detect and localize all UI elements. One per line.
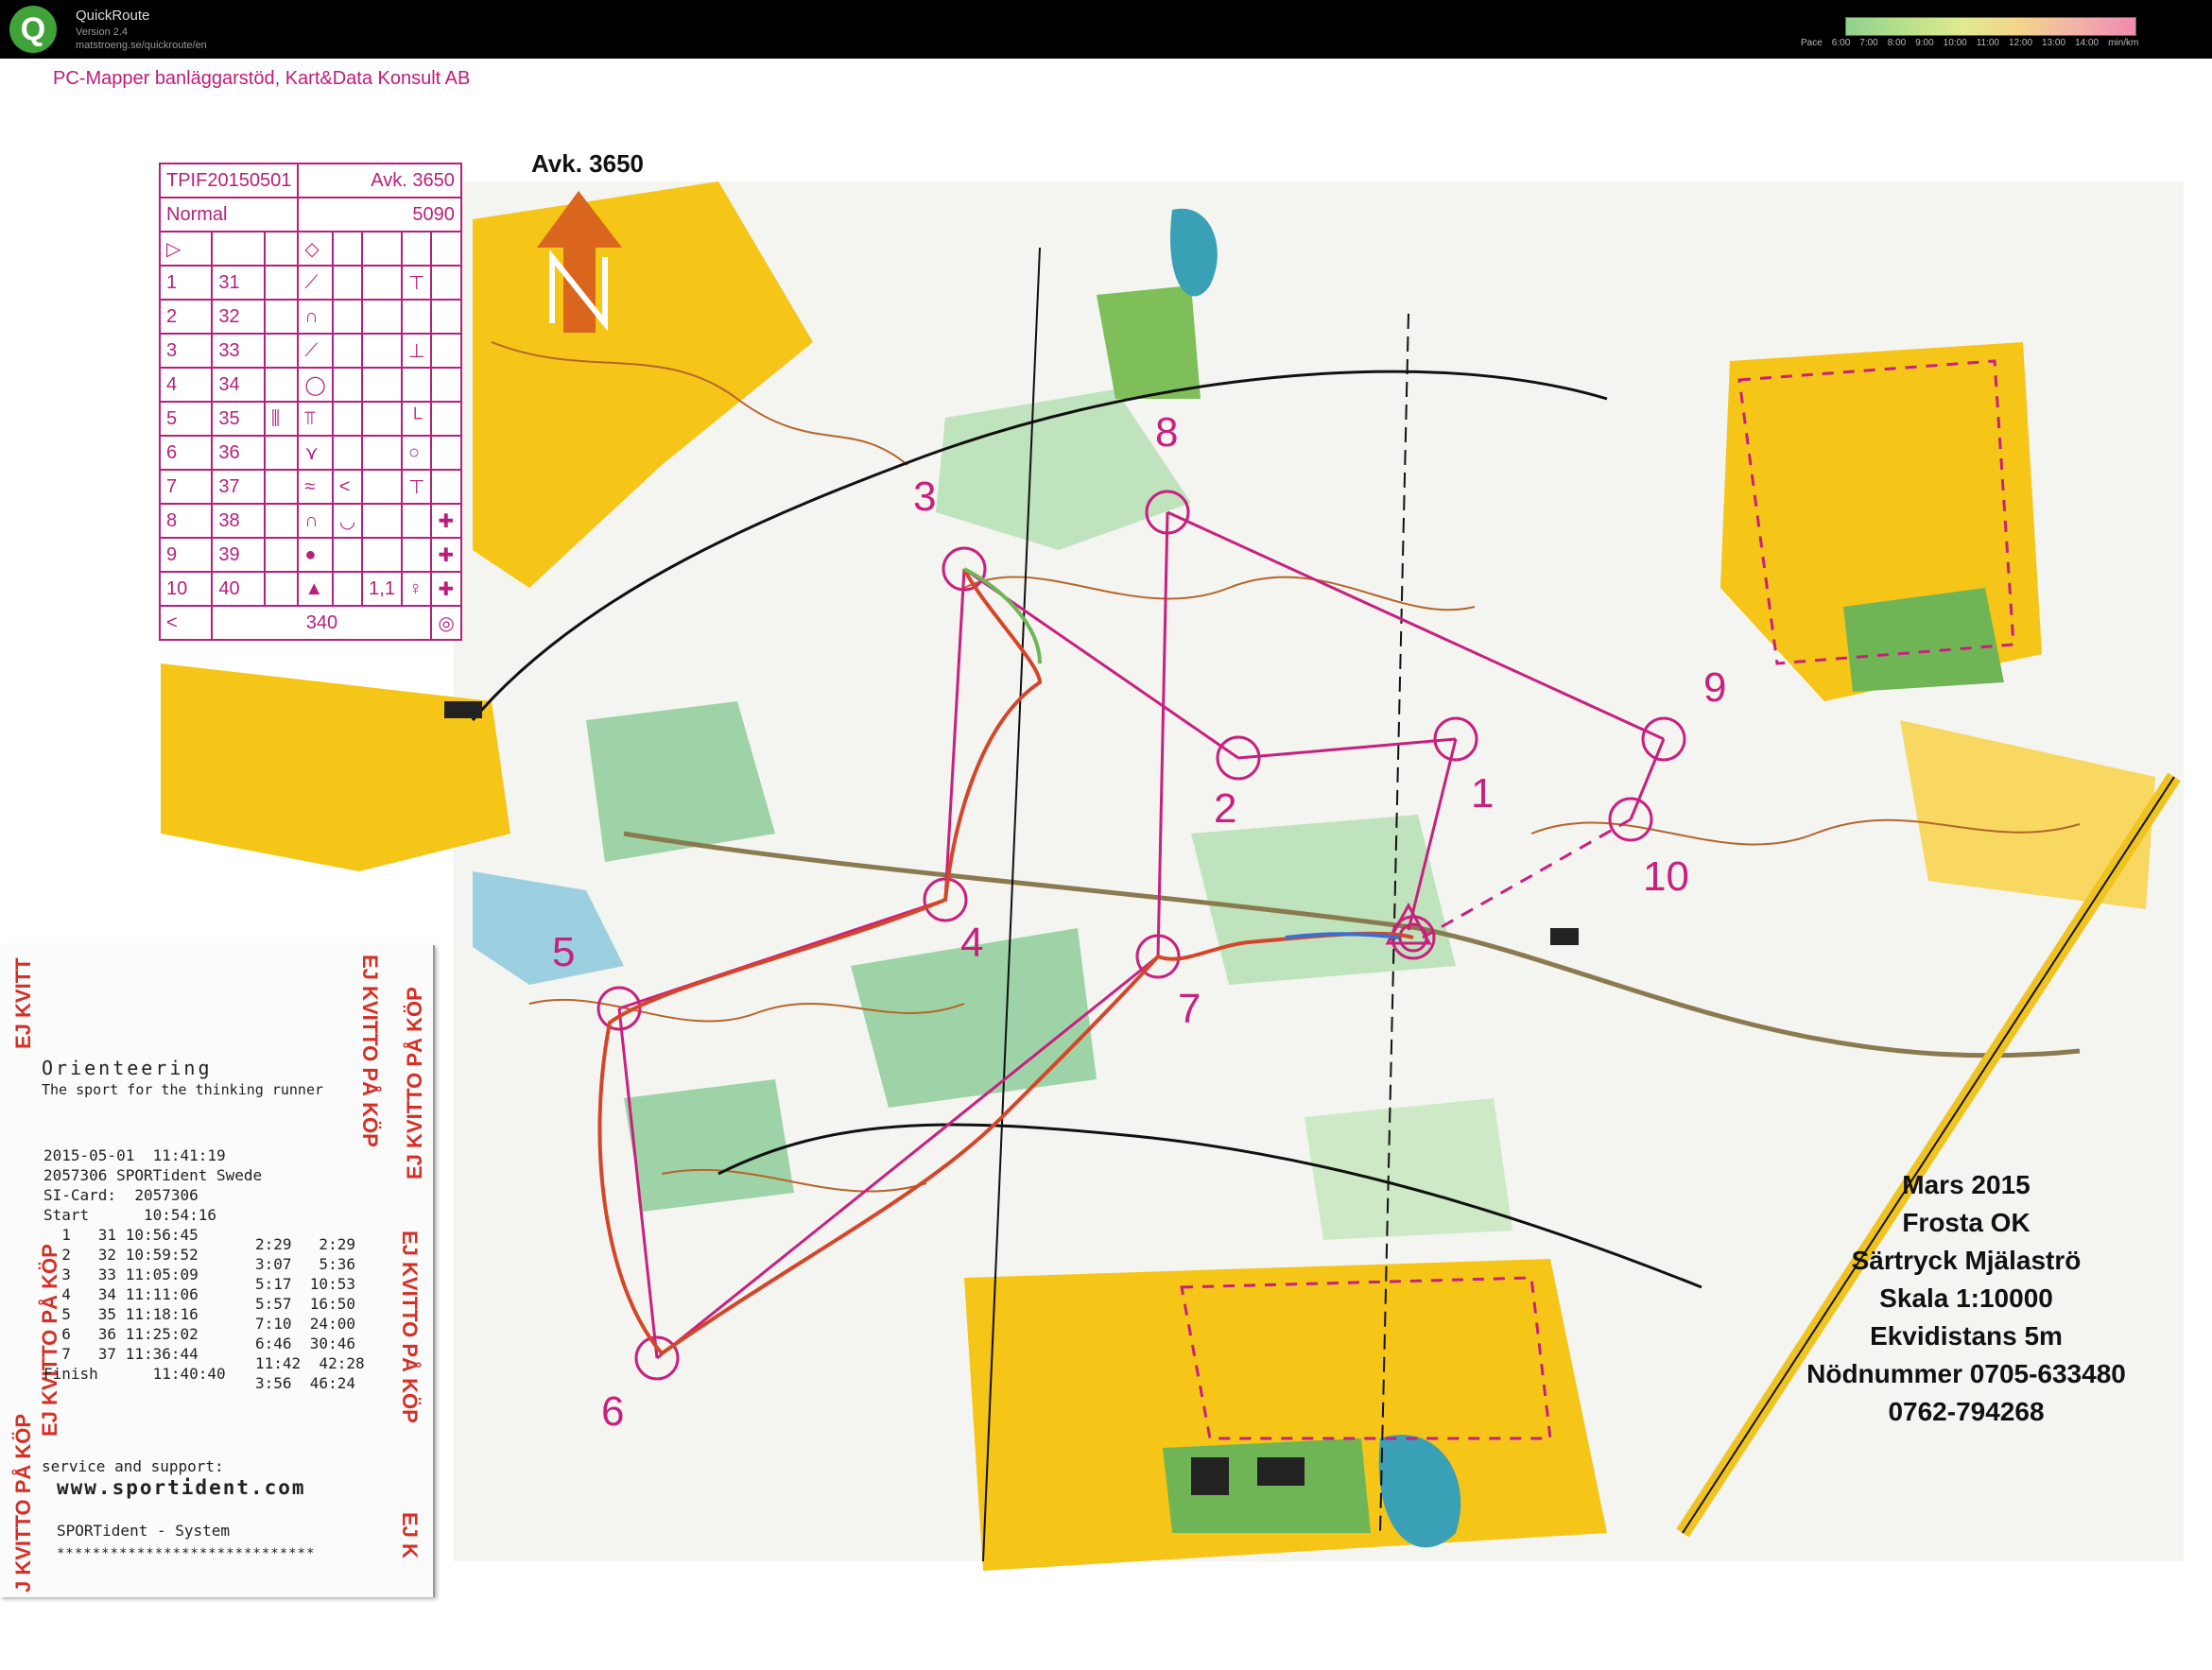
control-row: 5 35 ⫼ ⫪ └ (158, 401, 462, 437)
pace-tick: 11:00 (1976, 38, 1999, 48)
first-aid-icon: ✚ (430, 571, 462, 607)
pace-tick: 7:00 (1859, 38, 1878, 48)
course-class: Normal (158, 197, 300, 232)
control-label: 1 (1471, 770, 1494, 817)
control-label: 6 (601, 1388, 624, 1435)
receipt-stamp: EJ KVITTO PÅ KÖP (403, 987, 426, 1179)
control-row: 7 37 ≈ < ⊤ (158, 469, 462, 505)
receipt-stamp: EJ KVITT (11, 957, 35, 1049)
pace-unit: min/km (2108, 38, 2139, 48)
diamond-icon: ◇ (297, 231, 334, 267)
receipt-service: service and support: (42, 1457, 224, 1475)
control-row: 1 31 ⟋ ⊤ (158, 265, 462, 301)
pace-tick: 12:00 (2009, 38, 2033, 48)
receipt-stamp: EJ K (398, 1512, 422, 1558)
control-label: 9 (1703, 664, 1726, 711)
receipt-subtitle: The sport for the thinking runner (42, 1081, 324, 1098)
course-avk: Avk. 3650 (297, 163, 462, 198)
course-event: TPIF20150501 (158, 163, 300, 198)
receipt-system: SPORTident - System (57, 1522, 231, 1540)
receipt-stamp: J KVITTO PÅ KÖP (11, 1413, 35, 1593)
control-row: 2 32 ∩ (158, 299, 462, 335)
first-aid-icon: ✚ (430, 537, 462, 573)
control-label: 10 (1643, 853, 1689, 900)
pace-color-scale[interactable] (1845, 17, 2136, 36)
app-title: QuickRoute (76, 8, 150, 24)
pace-tick: 9:00 (1915, 38, 1934, 48)
control-row: 4 34 ◯ (158, 367, 462, 403)
control-label: 2 (1214, 785, 1236, 832)
control-row: 9 39 ● ✚ (158, 537, 462, 573)
sportident-receipt: EJ KVITT EJ KVITTO PÅ KÖP EJ KVITTO PÅ K… (0, 945, 435, 1597)
control-label: 5 (552, 929, 575, 975)
map-canvas[interactable]: 1 2 3 4 5 6 7 8 9 10 PC-Mapper banläggar… (0, 59, 2212, 1670)
pace-label: Pace (1801, 38, 1823, 48)
pace-tick: 10:00 (1943, 38, 1967, 48)
pace-tick: 6:00 (1831, 38, 1851, 48)
control-label: 4 (960, 920, 983, 966)
control-label: 3 (913, 473, 936, 520)
quickroute-logo-icon: Q (9, 6, 57, 53)
receipt-stamp: EJ KVITTO PÅ KÖP (398, 1231, 422, 1423)
control-label: 8 (1155, 409, 1178, 456)
first-aid-icon: ✚ (430, 503, 462, 539)
receipt-barcode: ***************************** (57, 1546, 316, 1561)
app-titlebar: Q QuickRoute Version 2.4 matstroeng.se/q… (0, 0, 2212, 59)
avk-label: Avk. 3650 (531, 149, 645, 178)
pace-tick: 13:00 (2042, 38, 2066, 48)
control-row: 6 36 ⋎ ○ (158, 435, 462, 471)
map-info-block: Mars 2015 Frosta OK Särtryck Mjälaströ S… (1806, 1170, 2126, 1426)
map-header-credit: PC-Mapper banläggarstöd, Kart&Data Konsu… (53, 68, 471, 89)
start-triangle-icon: ▷ (158, 231, 214, 267)
receipt-title: Orienteering (42, 1057, 213, 1079)
pace-tick: 8:00 (1887, 38, 1907, 48)
finish-icon: ◎ (430, 605, 462, 641)
app-version: Version 2.4 (76, 26, 129, 38)
app-url[interactable]: matstroeng.se/quickroute/en (76, 40, 207, 51)
pace-tick: 14:00 (2075, 38, 2100, 48)
course-length: 5090 (297, 197, 462, 232)
course-climb: 340 (211, 605, 433, 641)
receipt-splits: 2:29 2:29 3:07 5:36 5:17 10:53 5:57 16:5… (255, 1235, 365, 1392)
receipt-website: www.sportident.com (57, 1476, 306, 1499)
control-description-table: TPIF20150501 Avk. 3650 Normal 5090 ▷ ◇ 13… (158, 163, 462, 641)
pace-scale-labels: Pace 6:00 7:00 8:00 9:00 10:00 11:00 12:… (1801, 38, 2138, 48)
control-row: 3 33 ⟋ ⊥ (158, 333, 462, 369)
control-row: 10 40 ▲ 1,1 ♀ ✚ (158, 571, 462, 607)
start-arrow-icon: < (158, 605, 214, 641)
control-label: 7 (1178, 986, 1201, 1032)
receipt-stamp: EJ KVITTO PÅ KÖP (358, 955, 382, 1147)
control-row: 8 38 ∩ ◡ ✚ (158, 503, 462, 539)
receipt-punches: 2015-05-01 11:41:19 2057306 SPORTident S… (43, 1146, 263, 1383)
